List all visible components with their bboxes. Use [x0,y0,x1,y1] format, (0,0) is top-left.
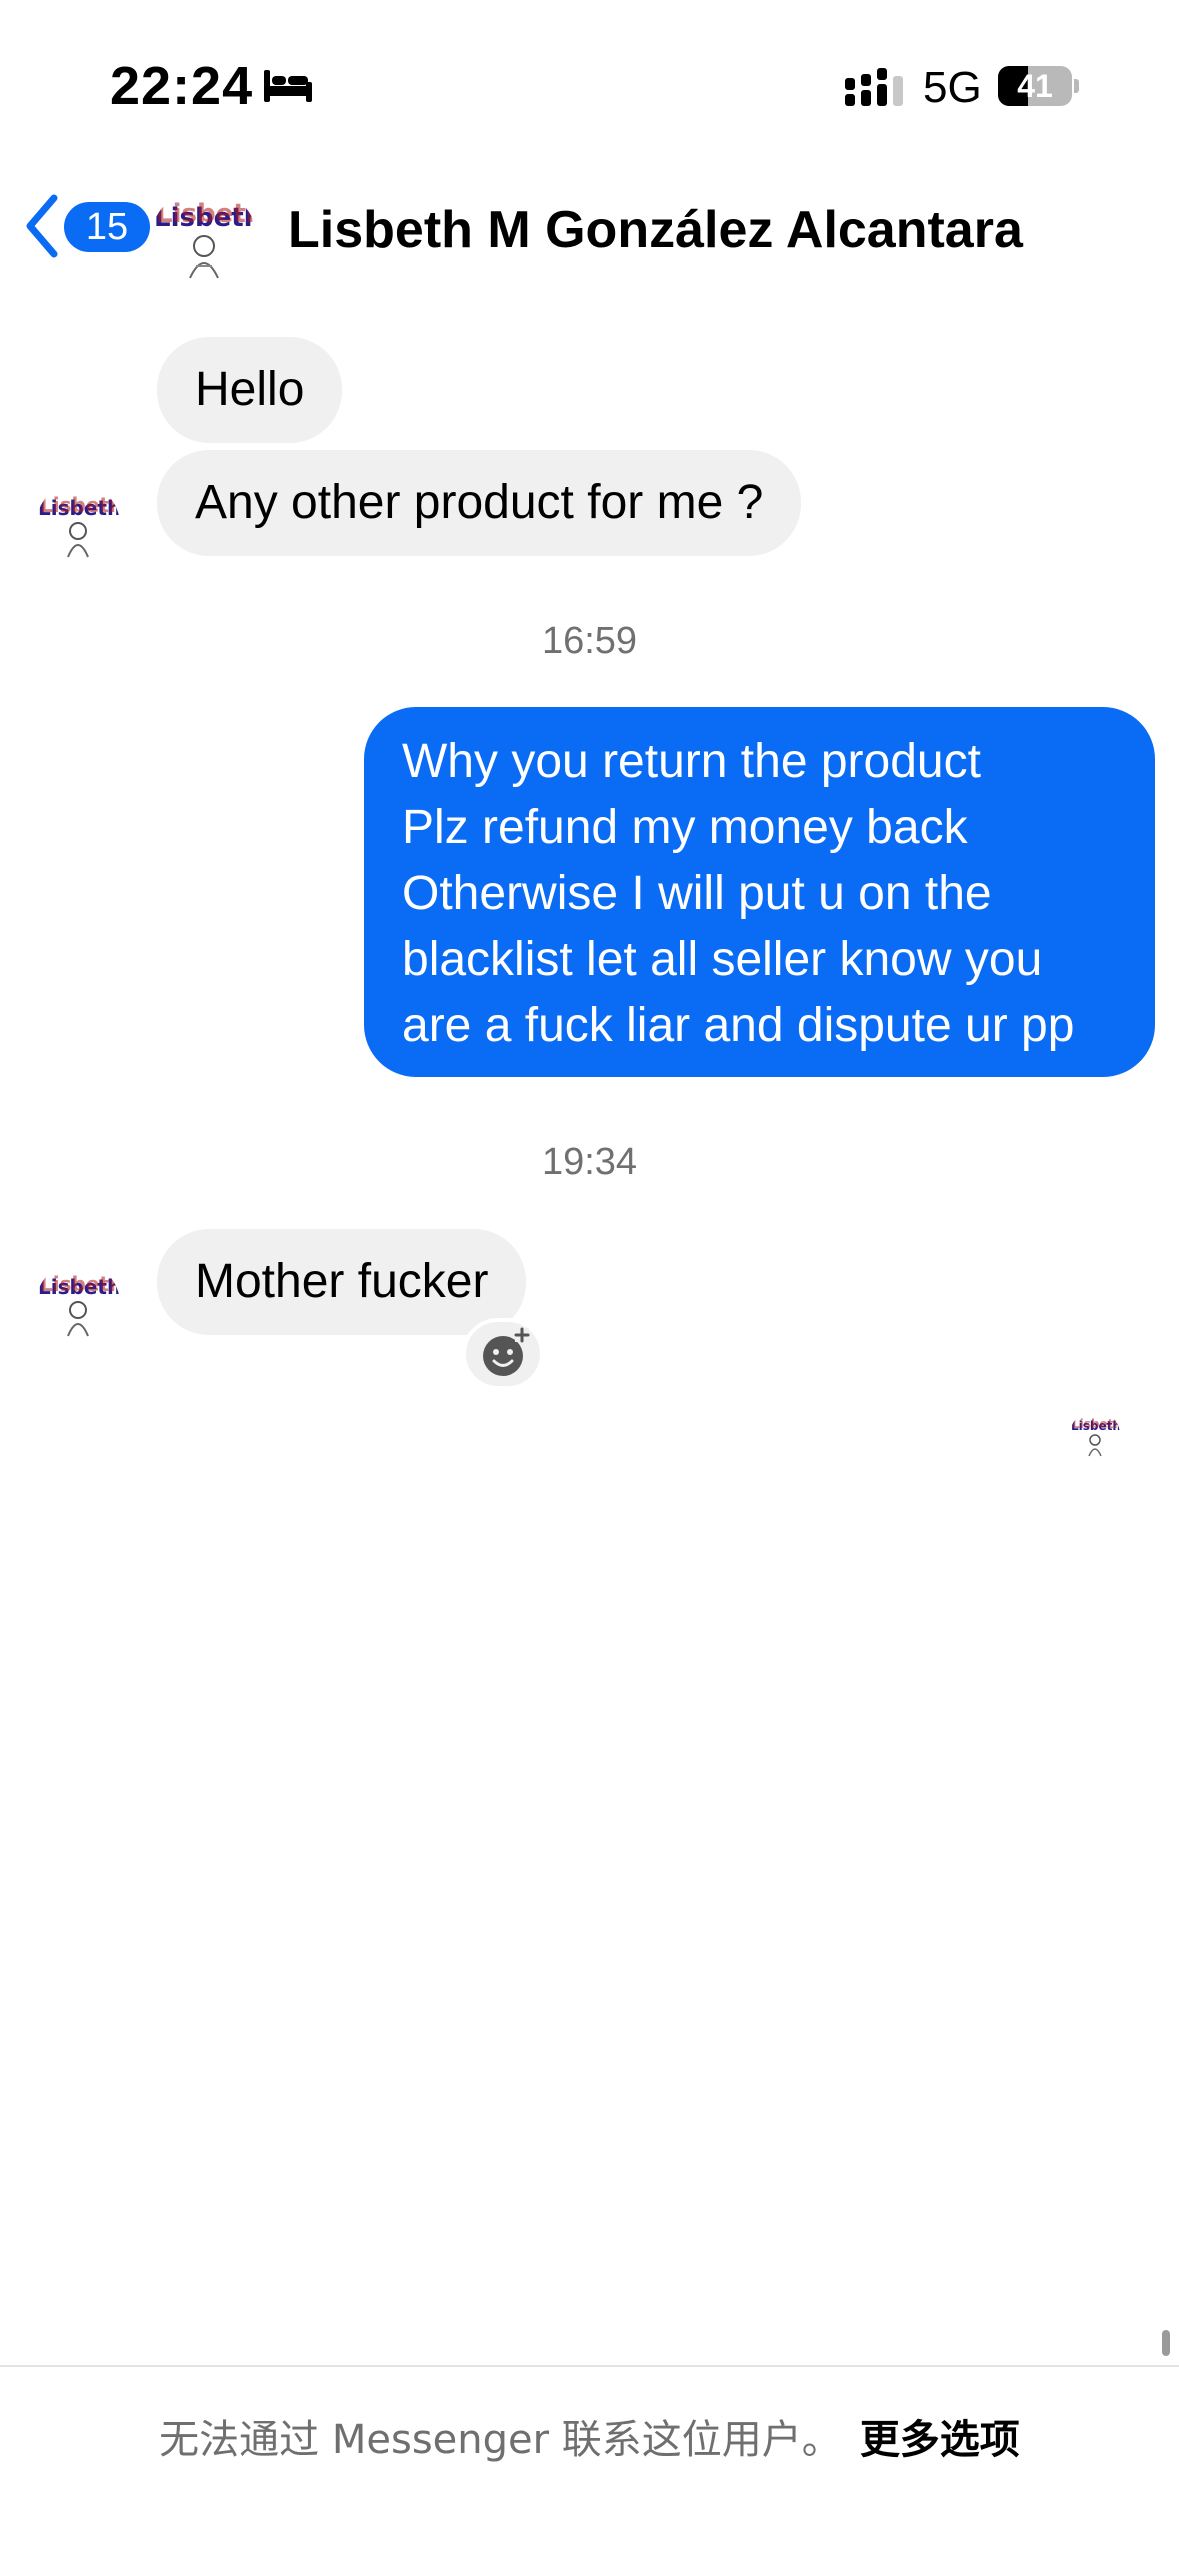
avatar-image: Lisbeth Lisbeth [154,199,258,279]
message-bubble-incoming[interactable]: Hello [157,337,343,443]
avatar[interactable]: Lisbeth Lisbeth [36,1262,120,1346]
svg-text:Lisbeth: Lisbeth [40,1272,120,1296]
message-bubble-incoming[interactable]: Any other product for me ? [157,450,802,556]
svg-text:Lisbeth: Lisbeth [40,493,120,517]
battery-icon: 41 [998,66,1079,106]
contact-name[interactable]: Lisbeth M González Alcantara [288,200,1023,260]
smiley-plus-icon [483,1327,530,1376]
bed-icon [264,70,312,102]
message-line: Why you return the product [402,735,981,788]
chevron-left-icon [26,194,58,258]
message-timestamp: 19:34 [541,1141,638,1183]
add-reaction-button[interactable] [462,1318,544,1390]
battery-percent: 41 [1017,68,1053,104]
unavailable-notice: 无法通过 Messenger 联系这位用户。 [159,2417,842,2463]
composer-unavailable-bar: 无法通过 Messenger 联系这位用户。 更多选项 [0,2365,1179,2556]
avatar[interactable]: Lisbeth Lisbeth [36,483,120,567]
status-bar: 22:24 5G 41 [0,0,1179,170]
message-bubble-incoming[interactable]: Mother fucker [157,1229,527,1335]
back-button[interactable]: 15 [22,192,150,260]
signal-icon [845,68,903,106]
avatar-image: Lisbeth Lisbeth [1071,1417,1120,1457]
svg-text:Lisbeth: Lisbeth [1072,1417,1120,1431]
avatar-image: Lisbeth Lisbeth [38,1272,120,1337]
message-bubble-outgoing[interactable]: Why you return the product Plz refund my… [364,707,1155,1077]
message-line: blacklist let all seller know you [402,933,1043,986]
unread-count-badge: 15 [64,202,150,252]
svg-text:Lisbeth: Lisbeth [156,199,258,229]
avatar-image: Lisbeth Lisbeth [38,493,120,558]
message-line: are a fuck liar and dispute ur pp [402,999,1075,1052]
avatar[interactable]: Lisbeth Lisbeth [150,188,258,296]
scrollbar[interactable] [1162,2330,1170,2356]
status-time: 22:24 [110,56,254,116]
message-line: Otherwise I will put u on the [402,867,992,920]
more-options-link[interactable]: 更多选项 [860,2417,1020,2463]
message-timestamp: 16:59 [541,620,638,662]
seen-receipt-avatar: Lisbeth Lisbeth [1070,1410,1120,1460]
network-label: 5G [923,63,982,112]
message-line: Plz refund my money back [402,801,968,854]
chat-header: 15 Lisbeth Lisbeth Lisbeth M González Al… [0,170,1179,296]
